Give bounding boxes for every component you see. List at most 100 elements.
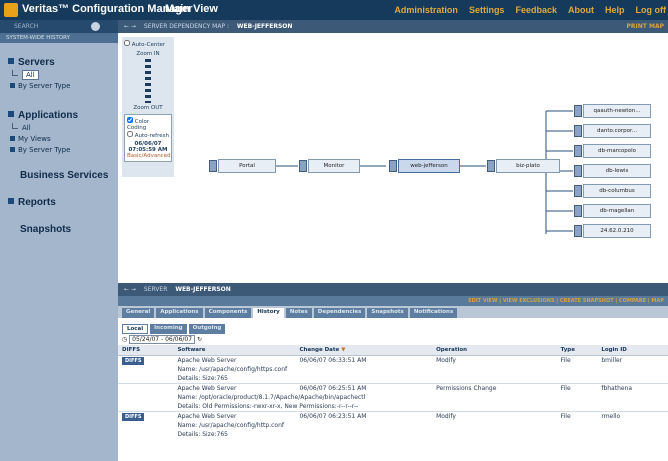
col-operation[interactable]: Operation (432, 345, 557, 356)
node-label: db-lewis (605, 168, 629, 174)
expand-icon[interactable] (8, 198, 14, 204)
node-target[interactable]: db-lewis (574, 164, 651, 178)
diffs-button[interactable]: DIFFS (122, 357, 145, 365)
cell-login: fbhathena (597, 383, 668, 393)
sidebar-reports[interactable]: Reports (0, 197, 118, 208)
sidebar-item-all-apps[interactable]: All (0, 123, 118, 134)
sidebar-applications[interactable]: Applications (0, 110, 118, 121)
tab-notifications[interactable]: Notifications (409, 308, 458, 318)
node-target[interactable]: 24.62.0.210 (574, 224, 651, 238)
cell-date: 06/06/07 06:23:51 AM (295, 411, 433, 421)
sidebar-item-app-server-type[interactable]: By Server Type (0, 145, 118, 156)
node-label: Portal (239, 163, 255, 169)
server-icon (574, 125, 582, 137)
subtab-local[interactable]: Local (122, 324, 149, 334)
history-subtabs: Local Incoming Outgoing (118, 318, 668, 334)
server-icon (209, 160, 217, 172)
col-software[interactable]: Software (173, 345, 296, 356)
sidebar-business-services[interactable]: Business Services (0, 170, 118, 181)
table-row[interactable]: Apache Web Server 06/06/07 06:25:51 AM P… (118, 383, 668, 393)
collapse-icon[interactable] (8, 58, 14, 64)
edit-view-button[interactable]: EDIT VIEW (468, 298, 497, 304)
sidebar-item-all-servers[interactable]: All (0, 70, 118, 81)
node-web-jefferson[interactable]: web-jefferson (389, 159, 460, 173)
nav-logoff[interactable]: Log off (636, 5, 667, 15)
compare-button[interactable]: COMPARE (619, 298, 646, 304)
tab-applications[interactable]: Applications (156, 308, 203, 318)
view-exclusions-button[interactable]: VIEW EXCLUSIONS (503, 298, 555, 304)
collapse-icon[interactable] (8, 111, 14, 117)
col-login-id[interactable]: Login ID (597, 345, 668, 356)
node-label: danto.corpor... (596, 128, 638, 134)
back-forward-icon[interactable]: ← → (124, 286, 136, 293)
dependency-map: Auto-Center Zoom IN Zoom OUT Color Codin… (118, 33, 668, 283)
node-target[interactable]: db-columbus (574, 184, 651, 198)
table-row[interactable]: DIFFS Apache Web Server 06/06/07 06:33:5… (118, 355, 668, 365)
sidebar-servers[interactable]: Servers (0, 57, 118, 68)
top-bar: Veritas™ Configuration Manager Main View… (0, 0, 668, 20)
tab-components[interactable]: Components (204, 308, 252, 318)
tab-dependencies[interactable]: Dependencies (313, 308, 366, 318)
map-button[interactable]: MAP (651, 298, 664, 304)
refresh-icon[interactable]: ↻ (197, 336, 202, 343)
nav-settings[interactable]: Settings (469, 5, 505, 15)
subtab-outgoing[interactable]: Outgoing (188, 324, 226, 334)
calendar-icon[interactable]: ◷ (122, 336, 127, 343)
create-snapshot-button[interactable]: CREATE SNAPSHOT (560, 298, 614, 304)
node-portal[interactable]: Portal (209, 159, 276, 173)
sidebar-snapshots[interactable]: Snapshots (0, 224, 118, 235)
nav-help[interactable]: Help (605, 5, 625, 15)
server-icon (574, 165, 582, 177)
node-target[interactable]: qaauth-newton... (574, 104, 651, 118)
col-change-date[interactable]: Change Date ▼ (295, 345, 433, 356)
nav-about[interactable]: About (568, 5, 594, 15)
node-biz-plato[interactable]: biz-plato (487, 159, 560, 173)
tab-general[interactable]: General (122, 308, 155, 318)
search-bar[interactable]: SEARCH (0, 20, 118, 33)
tab-snapshots[interactable]: Snapshots (367, 308, 408, 318)
print-map-button[interactable]: PRINT MAP (627, 23, 664, 30)
diffs-button[interactable]: DIFFS (122, 413, 145, 421)
map-header: ← → SERVER DEPENDENCY MAP : WEB-JEFFERSO… (118, 20, 668, 33)
sidebar-item-my-views[interactable]: My Views (0, 134, 118, 145)
node-target[interactable]: db-marcopolo (574, 144, 651, 158)
app-logo-icon (4, 3, 18, 17)
nav-administration[interactable]: Administration (394, 5, 458, 15)
server-panel: ← → SERVER WEB-JEFFERSON EDIT VIEW | VIE… (118, 283, 668, 461)
node-target[interactable]: db-magellan (574, 204, 651, 218)
date-range-row: ◷ 05/24/07 - 06/06/07 ↻ (118, 334, 668, 345)
date-range-select[interactable]: 05/24/07 - 06/06/07 (129, 335, 196, 344)
sidebar-item-server-type[interactable]: By Server Type (0, 81, 118, 92)
item-label: All (22, 70, 39, 80)
expand-icon[interactable] (10, 147, 15, 152)
col-diffs[interactable]: DIFFS (118, 345, 174, 356)
search-icon[interactable] (91, 22, 100, 31)
node-label: Monitor (323, 163, 345, 169)
item-label: All (22, 124, 31, 132)
server-icon (574, 105, 582, 117)
node-target[interactable]: danto.corpor... (574, 124, 651, 138)
search-label: SEARCH (14, 23, 39, 30)
nav-feedback[interactable]: Feedback (515, 5, 557, 15)
sort-icon: ▼ (341, 347, 346, 353)
node-label: qaauth-newton... (593, 108, 641, 114)
expand-icon[interactable] (10, 136, 15, 141)
server-tabs: General Applications Components History … (118, 306, 668, 318)
server-icon (389, 160, 397, 172)
applications-label: Applications (18, 110, 79, 121)
map-connectors (276, 110, 573, 234)
tab-history[interactable]: History (253, 308, 284, 318)
row-detail: Details: Size:765 (177, 431, 228, 438)
back-forward-icon[interactable]: ← → (124, 23, 136, 30)
subtab-incoming[interactable]: Incoming (150, 324, 187, 334)
node-monitor[interactable]: Monitor (299, 159, 360, 173)
system-history-link[interactable]: SYSTEM-WIDE HISTORY (0, 33, 118, 43)
cell-software: Apache Web Server (173, 355, 296, 365)
cell-type: File (556, 355, 598, 365)
col-type[interactable]: Type (556, 345, 598, 356)
expand-icon[interactable] (10, 83, 15, 88)
table-row[interactable]: DIFFS Apache Web Server 06/06/07 06:23:5… (118, 411, 668, 421)
cell-login: bmiller (597, 355, 668, 365)
node-label: db-magellan (599, 208, 635, 214)
tab-notes[interactable]: Notes (285, 308, 312, 318)
